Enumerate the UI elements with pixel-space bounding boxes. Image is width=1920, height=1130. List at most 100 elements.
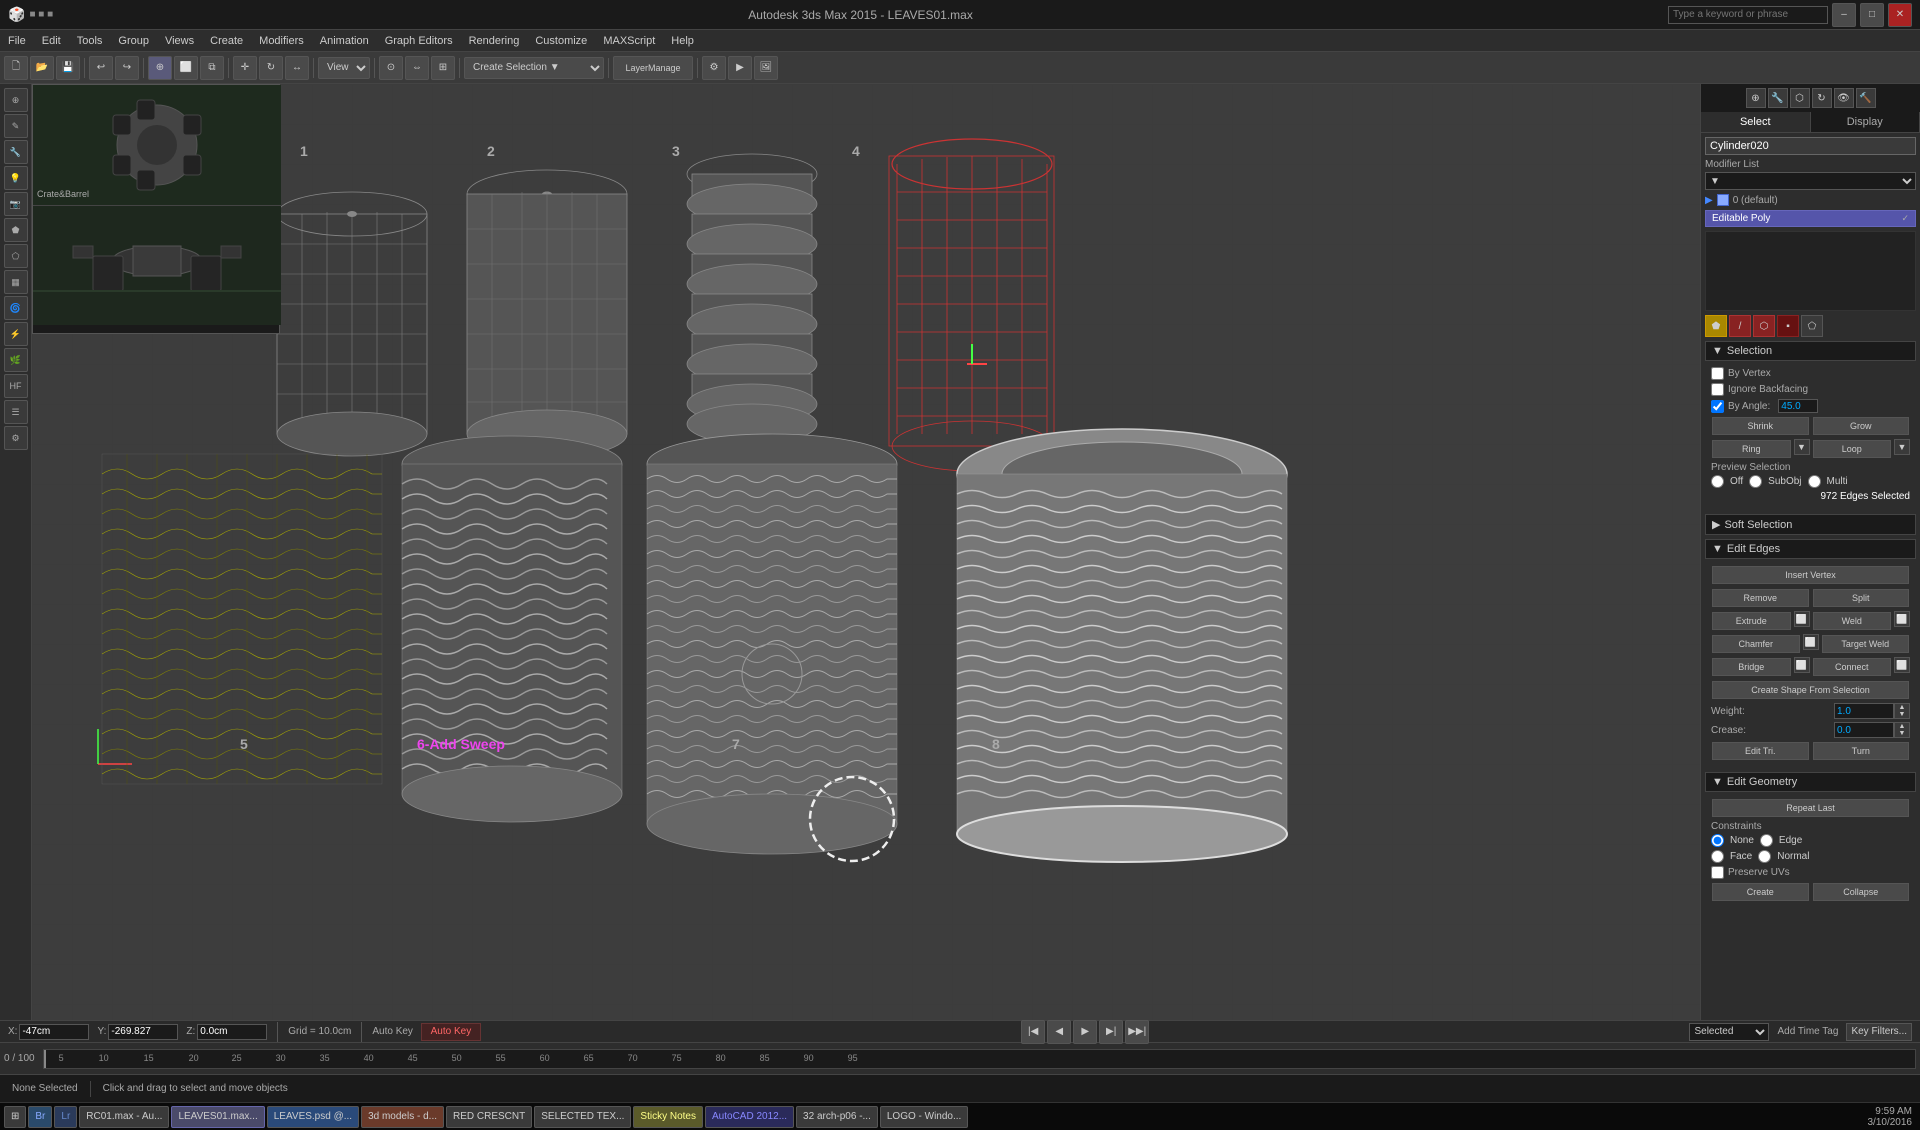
menu-create[interactable]: Create bbox=[202, 33, 251, 49]
create-tab[interactable]: ⊕ bbox=[1746, 88, 1766, 108]
prev-frame-button[interactable]: ◀ bbox=[1047, 1020, 1071, 1044]
taskbar-app-logo[interactable]: LOGO - Windo... bbox=[880, 1106, 968, 1128]
target-weld-button[interactable]: Target Weld bbox=[1822, 635, 1910, 653]
repeat-last-button[interactable]: Repeat Last bbox=[1712, 799, 1909, 817]
selection-dropdown[interactable]: Create Selection ▼ bbox=[464, 57, 604, 79]
element-icon[interactable]: ⬠ bbox=[1801, 315, 1823, 337]
hierarchy-tab[interactable]: ⬡ bbox=[1790, 88, 1810, 108]
render-setup-button[interactable]: ⚙ bbox=[702, 56, 726, 80]
ring-button[interactable]: Ring bbox=[1712, 440, 1791, 458]
poly-icon[interactable]: ▪ bbox=[1777, 315, 1799, 337]
menu-customize[interactable]: Customize bbox=[527, 33, 595, 49]
collapse-button[interactable]: Collapse bbox=[1813, 883, 1910, 901]
turn-button[interactable]: Turn bbox=[1813, 742, 1910, 760]
sidebar-btn-4[interactable]: 💡 bbox=[4, 166, 28, 190]
insert-vertex-button[interactable]: Insert Vertex bbox=[1712, 566, 1909, 584]
display-tab[interactable]: 👁 bbox=[1834, 88, 1854, 108]
next-frame-button[interactable]: ▶| bbox=[1099, 1020, 1123, 1044]
timeline-track[interactable]: 5 10 15 20 25 30 35 40 45 50 55 60 65 70… bbox=[43, 1049, 1916, 1069]
menu-help[interactable]: Help bbox=[663, 33, 702, 49]
sidebar-btn-2[interactable]: ✎ bbox=[4, 114, 28, 138]
sidebar-btn-1[interactable]: ⊕ bbox=[4, 88, 28, 112]
grow-button[interactable]: Grow bbox=[1813, 417, 1910, 435]
close-button[interactable]: ✕ bbox=[1888, 3, 1912, 27]
taskbar-app-red-crescnt[interactable]: RED CRESCNT bbox=[446, 1106, 532, 1128]
open-button[interactable]: 📂 bbox=[30, 56, 54, 80]
motion-tab[interactable]: ↻ bbox=[1812, 88, 1832, 108]
bridge-settings[interactable]: ⬜ bbox=[1794, 657, 1810, 673]
ignore-backfacing-checkbox[interactable] bbox=[1711, 383, 1724, 396]
none-radio[interactable] bbox=[1711, 834, 1724, 847]
align-button[interactable]: ⊞ bbox=[431, 56, 455, 80]
menu-rendering[interactable]: Rendering bbox=[461, 33, 528, 49]
scale-button[interactable]: ↔ bbox=[285, 56, 309, 80]
edit-edges-header[interactable]: ▼ Edit Edges bbox=[1705, 539, 1916, 559]
redo-button[interactable]: ↪ bbox=[115, 56, 139, 80]
menu-views[interactable]: Views bbox=[157, 33, 202, 49]
taskbar-app-lr[interactable]: Lr bbox=[54, 1106, 77, 1128]
edit-tri-button[interactable]: Edit Tri. bbox=[1712, 742, 1809, 760]
by-angle-input[interactable] bbox=[1778, 399, 1818, 413]
by-angle-checkbox[interactable] bbox=[1711, 400, 1724, 413]
selection-header[interactable]: ▼ Selection bbox=[1705, 341, 1916, 361]
taskbar-app-32arch[interactable]: 32 arch-p06 -... bbox=[796, 1106, 878, 1128]
select-object-button[interactable]: ⊕ bbox=[148, 56, 172, 80]
crease-input[interactable] bbox=[1834, 722, 1894, 738]
chamfer-settings[interactable]: ⬜ bbox=[1803, 634, 1819, 650]
loop-button[interactable]: Loop bbox=[1813, 440, 1892, 458]
taskbar-app-leaves01[interactable]: LEAVES01.max... bbox=[171, 1106, 264, 1128]
selected-dropdown[interactable]: Selected bbox=[1689, 1023, 1769, 1041]
menu-animation[interactable]: Animation bbox=[312, 33, 377, 49]
taskbar-app-sticky-notes[interactable]: Sticky Notes bbox=[633, 1106, 703, 1128]
sidebar-btn-10[interactable]: ⚡ bbox=[4, 322, 28, 346]
layer-manager-button[interactable]: LayerManage bbox=[613, 56, 693, 80]
chamfer-button[interactable]: Chamfer bbox=[1712, 635, 1800, 653]
select-move-button[interactable]: ✛ bbox=[233, 56, 257, 80]
undo-button[interactable]: ↩ bbox=[89, 56, 113, 80]
windows-start-button[interactable]: ⊞ bbox=[4, 1106, 26, 1128]
view-dropdown[interactable]: View bbox=[318, 57, 370, 79]
menu-edit[interactable]: Edit bbox=[34, 33, 69, 49]
connect-settings[interactable]: ⬜ bbox=[1894, 657, 1910, 673]
split-button[interactable]: Split bbox=[1813, 589, 1910, 607]
modifier-dropdown[interactable]: ▼ bbox=[1705, 172, 1916, 190]
sidebar-btn-5[interactable]: 📷 bbox=[4, 192, 28, 216]
menu-maxscript[interactable]: MAXScript bbox=[595, 33, 663, 49]
sidebar-btn-12[interactable]: HF bbox=[4, 374, 28, 398]
new-button[interactable]: 🗋 bbox=[4, 56, 28, 80]
tab-select[interactable]: Select bbox=[1701, 112, 1811, 132]
menu-graph-editors[interactable]: Graph Editors bbox=[377, 33, 461, 49]
weight-input[interactable] bbox=[1834, 703, 1894, 719]
bridge-button[interactable]: Bridge bbox=[1712, 658, 1791, 676]
edit-geometry-header[interactable]: ▼ Edit Geometry bbox=[1705, 772, 1916, 792]
sidebar-btn-8[interactable]: ▦ bbox=[4, 270, 28, 294]
weight-spinner[interactable]: ▲ ▼ bbox=[1894, 703, 1910, 719]
utility-tab[interactable]: 🔨 bbox=[1856, 88, 1876, 108]
key-filters-button[interactable]: Key Filters... bbox=[1846, 1023, 1912, 1041]
soft-selection-header[interactable]: ▶ Soft Selection bbox=[1705, 514, 1916, 535]
preview-multi-radio[interactable] bbox=[1808, 475, 1821, 488]
taskbar-app-autocad[interactable]: AutoCAD 2012... bbox=[705, 1106, 794, 1128]
taskbar-app-leavespsd[interactable]: LEAVES.psd @... bbox=[267, 1106, 359, 1128]
mirror-button[interactable]: ⇔ bbox=[405, 56, 429, 80]
normal-radio[interactable] bbox=[1758, 850, 1771, 863]
preserve-uvs-checkbox[interactable] bbox=[1711, 866, 1724, 879]
y-coord-input[interactable] bbox=[108, 1024, 178, 1040]
sidebar-btn-7[interactable]: ⬠ bbox=[4, 244, 28, 268]
modify-tab[interactable]: 🔧 bbox=[1768, 88, 1788, 108]
shrink-button[interactable]: Shrink bbox=[1712, 417, 1809, 435]
preview-subobj-radio[interactable] bbox=[1749, 475, 1762, 488]
save-button[interactable]: 💾 bbox=[56, 56, 80, 80]
z-coord-input[interactable] bbox=[197, 1024, 267, 1040]
minimize-button[interactable]: – bbox=[1832, 3, 1856, 27]
modifier-editable-poly[interactable]: Editable Poly ✓ bbox=[1705, 210, 1916, 227]
extrude-button[interactable]: Extrude bbox=[1712, 612, 1791, 630]
edge-icon[interactable]: / bbox=[1729, 315, 1751, 337]
sidebar-btn-3[interactable]: 🔧 bbox=[4, 140, 28, 164]
select-region-button[interactable]: ⬜ bbox=[174, 56, 198, 80]
edge-radio[interactable] bbox=[1760, 834, 1773, 847]
menu-tools[interactable]: Tools bbox=[69, 33, 111, 49]
sidebar-btn-6[interactable]: ⬟ bbox=[4, 218, 28, 242]
preview-off-radio[interactable] bbox=[1711, 475, 1724, 488]
autokey-button[interactable]: Auto Key bbox=[421, 1023, 481, 1041]
